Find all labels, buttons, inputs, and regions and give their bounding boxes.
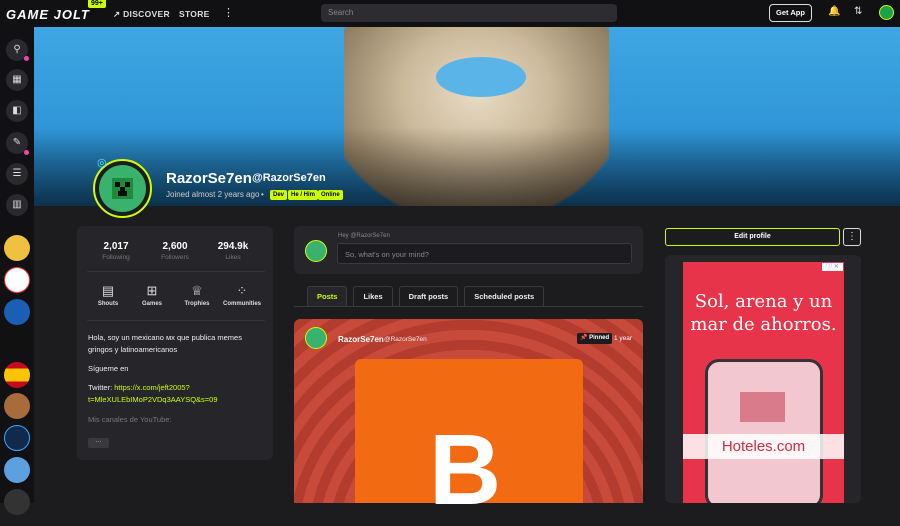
activity-icon[interactable]: ⇅ <box>854 6 862 17</box>
library-icon[interactable]: ▥ <box>6 194 28 216</box>
followers-count[interactable]: 2,600 <box>145 241 205 252</box>
tab-likes[interactable]: Likes <box>353 286 393 307</box>
post-author-avatar[interactable] <box>305 327 327 349</box>
post-image-letter: B <box>429 414 502 526</box>
profile-options-button[interactable]: ⋮ <box>843 228 861 246</box>
following-count[interactable]: 2,017 <box>86 241 146 252</box>
community-icon[interactable] <box>4 457 30 483</box>
inventory-icon[interactable]: ◧ <box>6 100 28 122</box>
ad-headline: Sol, arena y un mar de ahorros. <box>690 291 837 335</box>
valorant-community-icon[interactable] <box>4 329 30 355</box>
online-tag: Online <box>318 190 343 200</box>
post-author-username[interactable]: @RazorSe7en <box>384 336 427 343</box>
community-icon[interactable] <box>4 489 30 515</box>
search-input[interactable]: Search <box>321 4 617 22</box>
bell-icon[interactable]: 🔔 <box>828 6 840 17</box>
ad-phone-image <box>705 359 823 503</box>
bio-follow: Sígueme en <box>88 364 129 373</box>
shouts-link[interactable]: Shouts <box>83 301 133 307</box>
twitter-link[interactable]: t=MleXULEbIMoP2VDq3AAYSQ&s=09 <box>88 394 218 405</box>
dev-tag: Dev <box>270 190 288 200</box>
trophies-link[interactable]: Trophies <box>172 301 222 307</box>
notification-count-badge: 99+ <box>88 0 106 8</box>
get-app-button[interactable]: Get App <box>769 4 812 22</box>
pinned-badge: 📌 Pinned <box>577 333 613 344</box>
playstation-community-icon[interactable] <box>4 299 30 325</box>
profile-banner <box>34 27 900 206</box>
followers-label: Followers <box>161 254 189 261</box>
community-icon[interactable] <box>4 393 30 419</box>
community-icon[interactable] <box>4 267 30 293</box>
shout-greeting: Hey @RazorSe7en <box>338 233 390 239</box>
bio-twitter: Twitter: https://x.com/jeft2005? <box>88 382 190 393</box>
trophy-icon[interactable]: ♕ <box>177 283 217 299</box>
pronouns-tag: He / Him <box>288 190 319 200</box>
discover-link[interactable]: ↗ DISCOVER <box>113 9 170 20</box>
divider <box>87 271 265 272</box>
avatar-background <box>99 165 146 212</box>
user-avatar[interactable] <box>879 5 894 20</box>
chat-bubble-icon[interactable]: ▤ <box>88 283 128 299</box>
following-label: Following <box>102 254 130 261</box>
joined-date: Joined almost 2 years ago <box>166 190 260 199</box>
spain-community-icon[interactable] <box>4 362 30 388</box>
banner-rock-hole <box>436 57 526 97</box>
notification-dot <box>24 150 29 155</box>
community-icon[interactable] <box>4 425 30 451</box>
tab-posts[interactable]: Posts <box>307 286 348 307</box>
post-time[interactable]: 1 year <box>614 335 632 342</box>
divider <box>87 320 265 321</box>
bio-line: Hola, soy un mexicano ᴍx que publica mem… <box>88 333 242 342</box>
store-link[interactable]: STORE <box>179 9 210 19</box>
read-more-button[interactable]: ··· <box>88 438 109 448</box>
separator-dot: • <box>261 190 264 199</box>
games-link[interactable]: Games <box>127 301 177 307</box>
twitter-link[interactable]: https://x.com/jeft2005? <box>114 383 189 392</box>
more-menu-button[interactable]: ⋮ <box>223 6 234 19</box>
banner-shade <box>34 127 900 206</box>
advertisement[interactable]: Sol, arena y un mar de ahorros. Hoteles.… <box>683 262 844 503</box>
ad-hotel-image <box>740 392 785 422</box>
likes-label: Likes <box>225 254 241 261</box>
forums-icon[interactable]: ☰ <box>6 163 28 185</box>
communities-icon[interactable]: ⁘ <box>222 283 262 299</box>
community-icon[interactable] <box>4 235 30 261</box>
tab-draft-posts[interactable]: Draft posts <box>398 286 459 307</box>
bio-youtube: Mis canales de YouTube: <box>88 415 172 424</box>
display-name: RazorSe7en <box>166 170 252 187</box>
tab-scheduled-posts[interactable]: Scheduled posts <box>464 286 545 307</box>
tab-divider <box>294 306 643 307</box>
username: @RazorSe7en <box>252 172 326 184</box>
gamejolt-logo[interactable]: GAME JOLT <box>6 7 90 22</box>
pinned-label: Pinned <box>589 335 610 341</box>
edit-profile-button[interactable]: Edit profile <box>665 228 840 246</box>
shout-avatar <box>305 240 327 262</box>
notification-dot <box>24 56 29 61</box>
shout-input[interactable]: So, what's on your mind? <box>337 243 632 264</box>
likes-count: 294.9k <box>217 241 249 252</box>
twitter-label: Twitter: <box>88 383 115 392</box>
post-author-name[interactable]: RazorSe7en <box>338 335 384 344</box>
avatar-frame-icon: ◎ <box>97 157 107 169</box>
top-bar: GAME JOLT 99+ ↗ DISCOVER STORE ⋮ Search … <box>0 0 900 27</box>
communities-link[interactable]: Communities <box>217 301 267 307</box>
ad-brand: Hoteles.com <box>683 434 844 459</box>
gamepad-icon[interactable]: ⊞ <box>132 283 172 299</box>
ad-choices-icon[interactable]: ⓘ ✕ <box>822 263 843 271</box>
post-tabs: Posts Likes Draft posts Scheduled posts <box>307 286 550 307</box>
discover-label: DISCOVER <box>123 9 170 19</box>
bio-line: gringos y latinoamericanos <box>88 345 178 354</box>
creeper-face-icon <box>112 178 133 199</box>
sidebar: ⚲ ▦ ◧ ✎ ☰ ▥ <box>0 27 34 515</box>
shop-icon[interactable]: ▦ <box>6 69 28 91</box>
